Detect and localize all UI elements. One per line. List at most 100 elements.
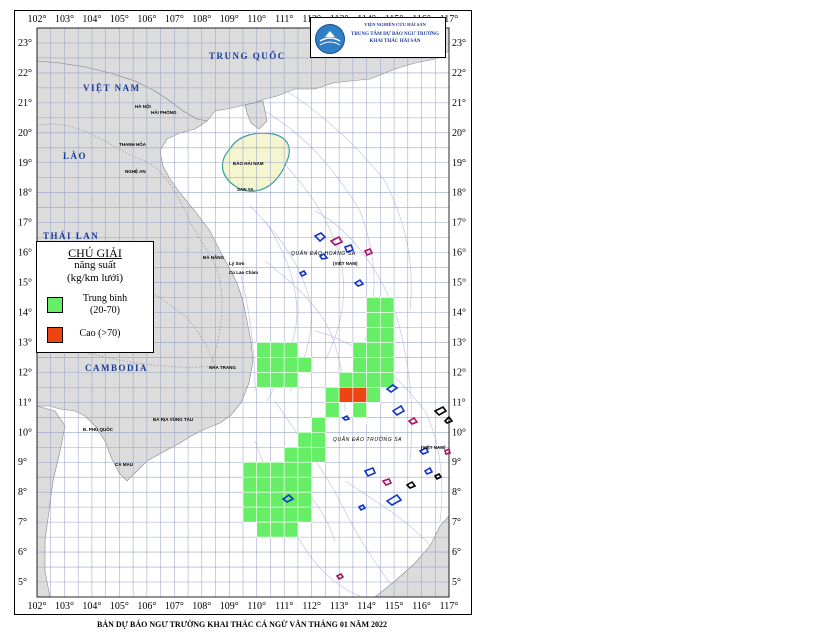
lat-tick-right: 7° bbox=[452, 517, 461, 528]
lon-tick-bottom: 102° bbox=[28, 601, 47, 612]
lon-tick-top: 104° bbox=[82, 14, 101, 25]
lon-tick-bottom: 105° bbox=[110, 601, 129, 612]
lat-tick-left: 10° bbox=[18, 427, 32, 438]
lat-tick-left: 7° bbox=[18, 517, 27, 528]
forecast-cell-medium bbox=[380, 357, 395, 373]
lat-tick-left: 15° bbox=[18, 278, 32, 289]
lat-tick-right: 5° bbox=[452, 577, 461, 588]
forecast-cell-medium bbox=[283, 357, 299, 373]
lat-tick-left: 13° bbox=[18, 337, 32, 348]
forecast-cell-medium bbox=[283, 521, 299, 538]
forecast-cell-medium bbox=[325, 402, 340, 418]
longitude-ticks-bottom: 102° 103° 104° 105° 106° 107° 108° 109° 110° 111°… bbox=[28, 601, 459, 612]
forecast-cell-medium bbox=[366, 387, 381, 403]
label-thanhhoa: THANH HÓA bbox=[119, 140, 147, 147]
label-truongsa-vn: (VIỆT NAM) bbox=[421, 443, 446, 450]
lat-tick-right: 13° bbox=[452, 337, 466, 348]
forecast-cell-medium bbox=[311, 446, 326, 463]
lon-tick-top: 108° bbox=[192, 14, 211, 25]
forecast-cell-medium bbox=[283, 372, 299, 388]
label-china: TRUNG QUỐC bbox=[209, 51, 286, 61]
forecast-cell-medium bbox=[283, 461, 299, 478]
lat-tick-right: 15° bbox=[452, 278, 466, 289]
lat-tick-right: 19° bbox=[452, 158, 466, 169]
lon-tick-bottom: 111° bbox=[275, 601, 293, 612]
legend-medium-text: Trung bình bbox=[82, 293, 128, 304]
forecast-cell-medium bbox=[242, 506, 258, 523]
lon-tick-top: 109° bbox=[220, 14, 239, 25]
label-danang: ĐÀ NẴNG bbox=[203, 254, 224, 260]
lon-tick-bottom: 106° bbox=[137, 601, 156, 612]
lon-tick-top: 107° bbox=[165, 14, 184, 25]
label-hoangsa: QUẦN ĐẢO HOÀNG SA bbox=[291, 250, 356, 257]
label-lyson: Lý Sơn bbox=[229, 261, 245, 266]
label-vungtau: BÀ RỊA VŨNG TÀU bbox=[153, 416, 193, 422]
lat-tick-left: 23° bbox=[18, 38, 32, 49]
map-caption: BẢN DỰ BÁO NGƯ TRƯỜNG KHAI THÁC CÁ NGỪ V… bbox=[96, 620, 387, 629]
forecast-cell-medium bbox=[256, 342, 271, 358]
forecast-cell-medium bbox=[283, 446, 299, 463]
label-sanya: SAN YA bbox=[237, 187, 254, 192]
forecast-cell-medium bbox=[380, 327, 395, 343]
lon-tick-bottom: 113° bbox=[330, 601, 349, 612]
forecast-cell-medium bbox=[270, 521, 285, 538]
lon-tick-top: 111° bbox=[275, 14, 293, 25]
label-hanoi: HÀ NỘI bbox=[135, 102, 151, 109]
lat-tick-right: 12° bbox=[452, 367, 466, 378]
lon-tick-bottom: 107° bbox=[165, 601, 184, 612]
lat-tick-right: 23° bbox=[452, 38, 466, 49]
lon-tick-top: 106° bbox=[137, 14, 156, 25]
forecast-cell-medium bbox=[283, 342, 299, 358]
lat-tick-left: 9° bbox=[18, 457, 27, 468]
lon-tick-bottom: 115° bbox=[385, 601, 404, 612]
lat-tick-left: 17° bbox=[18, 218, 32, 229]
label-haiphong: HẢI PHÒNG bbox=[151, 108, 177, 115]
legend-unit: (kg/km lưới) bbox=[66, 272, 124, 284]
forecast-cell-medium bbox=[366, 357, 381, 373]
forecast-cell-medium bbox=[352, 372, 367, 388]
lat-tick-right: 8° bbox=[452, 487, 461, 498]
forecast-cell-medium bbox=[311, 417, 326, 433]
forecast-cell-medium bbox=[380, 312, 395, 328]
forecast-cell-medium bbox=[380, 342, 395, 358]
lon-tick-bottom: 116° bbox=[412, 601, 431, 612]
lat-tick-right: 9° bbox=[452, 457, 461, 468]
label-hoangsa-vn: (VIỆT NAM) bbox=[333, 259, 358, 266]
label-truongsa: QUẦN ĐẢO TRƯỜNG SA bbox=[333, 436, 402, 443]
forecast-cell-medium bbox=[256, 461, 271, 478]
lat-tick-right: 18° bbox=[452, 188, 466, 199]
lon-tick-bottom: 117° bbox=[440, 601, 459, 612]
lon-tick-top: 103° bbox=[55, 14, 74, 25]
legend-swatch-high bbox=[47, 327, 63, 343]
lat-tick-left: 14° bbox=[18, 308, 32, 319]
forecast-cell-medium bbox=[297, 446, 312, 463]
label-camau: CÀ MAU bbox=[115, 461, 133, 467]
forecast-cell-medium bbox=[366, 342, 381, 358]
forecast-cell-high bbox=[338, 387, 354, 403]
lat-tick-left: 22° bbox=[18, 68, 32, 79]
forecast-cell-medium bbox=[256, 506, 271, 523]
forecast-cell-medium bbox=[352, 342, 367, 358]
lat-tick-left: 19° bbox=[18, 158, 32, 169]
forecast-cell-medium bbox=[256, 521, 271, 538]
forecast-cell-medium bbox=[283, 506, 299, 523]
lat-tick-right: 21° bbox=[452, 98, 466, 109]
forecast-cell-medium bbox=[297, 491, 312, 508]
latitude-ticks-left: 23° 22° 21° 20° 19° 18° 17° 16° 15° 14° 13° 12° 11° 1… bbox=[18, 38, 32, 588]
lat-tick-left: 12° bbox=[18, 367, 32, 378]
forecast-cell-medium bbox=[256, 476, 271, 493]
forecast-cell-medium bbox=[297, 461, 312, 478]
label-vietnam: VIỆT NAM bbox=[83, 83, 141, 93]
forecast-cell-medium bbox=[352, 357, 367, 373]
institute-logo-icon bbox=[315, 24, 345, 54]
forecast-cell-medium bbox=[242, 476, 258, 493]
lat-tick-right: 17° bbox=[452, 218, 466, 229]
map-legend: CHÚ GIẢI năng suất (kg/km lưới) Trung bì… bbox=[36, 241, 154, 353]
label-nhatrang: NHA TRANG bbox=[209, 365, 236, 370]
lat-tick-right: 11° bbox=[452, 397, 466, 408]
lat-tick-right: 20° bbox=[452, 128, 466, 139]
lon-tick-bottom: 114° bbox=[357, 601, 376, 612]
lat-tick-left: 21° bbox=[18, 98, 32, 109]
forecast-cell-medium bbox=[270, 342, 285, 358]
forecast-cell-medium bbox=[256, 491, 271, 508]
